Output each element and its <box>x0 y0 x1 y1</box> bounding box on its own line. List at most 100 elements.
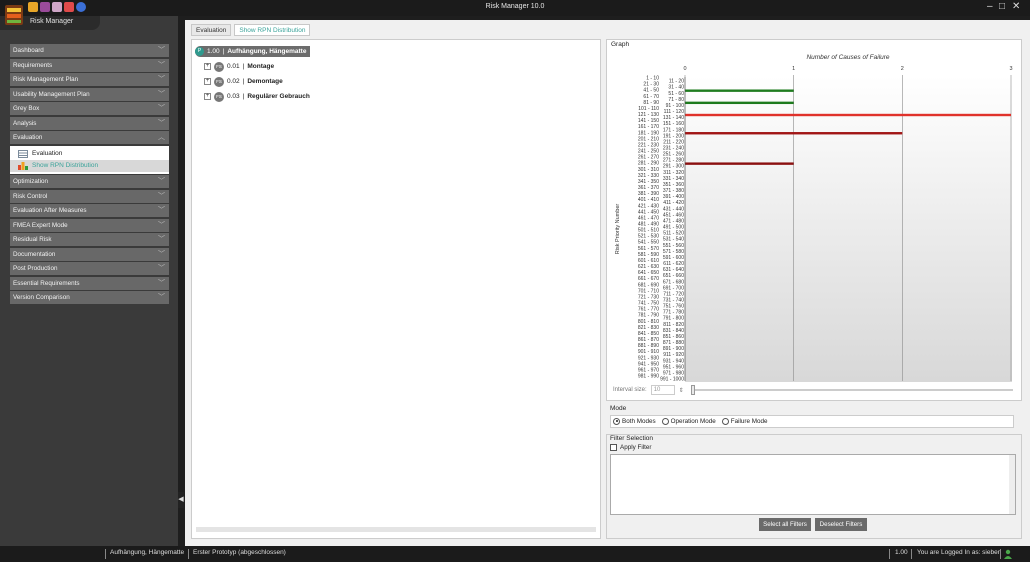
tree-item-name: Montage <box>247 63 275 70</box>
sidebar-nav: Dashboard ﹀ Requirements ﹀ Risk Management… <box>10 44 169 306</box>
bar <box>685 162 794 165</box>
y-tick-label: 991 - 1000 <box>660 377 684 382</box>
separator <box>1000 549 1001 559</box>
breadcrumb: Evaluation Show RPN Distribution <box>191 24 311 36</box>
interval-input[interactable]: 10 <box>650 385 675 395</box>
radio-failure-mode[interactable]: Failure Mode <box>721 417 768 426</box>
sidebar-item-evaluation[interactable]: Evaluation ︿ <box>10 131 169 144</box>
subitem-show-rpn-distribution[interactable]: Show RPN Distribution <box>10 159 169 172</box>
sidebar-item-residual-risk[interactable]: Residual Risk ﹀ <box>10 233 169 246</box>
filter-list[interactable] <box>610 454 1016 515</box>
maximize-icon[interactable]: □ <box>999 1 1005 12</box>
mode-options: Both Modes Operation Mode Failure Mode <box>610 415 1014 428</box>
folder-icon[interactable] <box>28 2 38 12</box>
radio-icon <box>721 417 729 425</box>
tree-root-row[interactable]: P 1.00 | Aufhängung, Hängematte <box>195 46 311 57</box>
sidebar-item-analysis[interactable]: Analysis ﹀ <box>10 116 169 130</box>
radio-selected-icon <box>613 417 620 425</box>
tree-row[interactable]: + FS 0.01 | Montage <box>204 61 274 72</box>
breadcrumb-evaluation[interactable]: Evaluation <box>191 24 232 36</box>
tree-row[interactable]: + FS 0.03 | Regulärer Gebrauch <box>204 91 310 102</box>
sidebar-item-grey-box[interactable]: Grey Box ﹀ <box>10 102 169 115</box>
chevron-down-icon: ﹀ <box>158 47 165 54</box>
sidebar-item-label: Grey Box <box>13 105 40 112</box>
separator <box>889 549 890 559</box>
sidebar-item-essential-requirements[interactable]: Essential Requirements ﹀ <box>10 276 169 290</box>
chevron-down-icon: ﹀ <box>158 250 165 258</box>
tree-item-number: 0.01 <box>227 63 240 70</box>
process-badge: P <box>195 47 204 56</box>
graph-panel: Graph Number of Causes of Failure 0 1 2 3 Ris… <box>606 39 1022 401</box>
select-all-filters-button[interactable]: Select all Filters <box>759 518 811 531</box>
sidebar-item-label: Optimization <box>13 178 48 185</box>
main-content: Evaluation Show RPN Distribution P 1.00 … <box>185 20 1030 546</box>
breadcrumb-show-rpn-distribution[interactable]: Show RPN Distribution <box>234 24 311 36</box>
chevron-down-icon: ﹀ <box>158 294 165 301</box>
separator <box>911 549 912 559</box>
tree-row[interactable]: + FS 0.02 | Demontage <box>204 76 283 87</box>
sidebar-item-label: Risk Management Plan <box>13 76 79 83</box>
sidebar-item-documentation[interactable]: Documentation ﹀ <box>10 247 169 261</box>
sidebar-item-dashboard[interactable]: Dashboard ﹀ <box>10 44 169 57</box>
sidebar-item-label: Usability Management Plan <box>13 90 90 98</box>
deselect-filters-button[interactable]: Deselect Filters <box>815 518 867 531</box>
spinner-icon[interactable]: ⇕ <box>679 387 684 394</box>
radio-icon <box>661 417 669 425</box>
sidebar-item-evaluation-after-measures[interactable]: Evaluation After Measures ﹀ <box>10 204 169 217</box>
sidebar-item-fmea-expert-mode[interactable]: FMEA Expert Mode ﹀ <box>10 218 169 232</box>
quick-toolbar <box>28 2 86 12</box>
rpn-chart: Number of Causes of Failure 0 1 2 3 Risk Prio… <box>615 54 1013 382</box>
status-bar: Aufhängung, Hängematte Erster Prototyp (… <box>0 546 1030 562</box>
close-icon[interactable]: ✕ <box>1012 1 1020 12</box>
tree-item-number: 0.03 <box>227 93 240 100</box>
sidebar-item-requirements[interactable]: Requirements ﹀ <box>10 58 169 72</box>
sidebar-item-label: Residual Risk <box>13 236 52 243</box>
radio-operation-mode[interactable]: Operation Mode <box>661 417 716 425</box>
radio-label: Failure Mode <box>730 418 768 426</box>
filter-selection-group: Filter Selection Apply Filter Select all… <box>606 434 1022 539</box>
minimize-icon[interactable]: ‒ <box>987 1 993 12</box>
app-logo-icon[interactable] <box>4 2 24 26</box>
collapse-panel-button[interactable]: ◀ <box>178 492 184 508</box>
sidebar-item-label: Documentation <box>13 250 56 258</box>
x-tick-label: 0 <box>683 66 686 72</box>
chevron-up-icon: ︿ <box>158 134 165 141</box>
tools-icon[interactable] <box>52 2 62 12</box>
fs-badge: FS <box>214 91 224 102</box>
graph-label: Graph <box>611 41 630 48</box>
sidebar-item-label: Post Production <box>13 265 58 272</box>
sidebar-item-usability-management-plan[interactable]: Usability Management Plan ﹀ <box>10 87 169 101</box>
filter-label: Filter Selection <box>610 435 653 442</box>
sidebar-item-version-comparison[interactable]: Version Comparison ﹀ <box>10 291 169 304</box>
slider-thumb[interactable] <box>691 385 695 395</box>
vertical-scrollbar[interactable] <box>1009 455 1015 514</box>
sidebar-item-optimization[interactable]: Optimization ﹀ <box>10 175 169 188</box>
interval-slider[interactable] <box>691 385 1013 395</box>
help-icon[interactable] <box>76 2 86 12</box>
radio-both-modes[interactable]: Both Modes <box>613 417 656 425</box>
tree-item-name: Regulärer Gebrauch <box>247 93 310 100</box>
checkbox-icon <box>610 444 617 451</box>
x-tick-label: 1 <box>792 66 795 72</box>
sidebar-item-risk-control[interactable]: Risk Control ﹀ <box>10 189 169 203</box>
horizontal-scrollbar[interactable] <box>196 527 596 532</box>
heart-icon[interactable] <box>64 2 74 12</box>
chart-title: Number of Causes of Failure <box>806 54 889 61</box>
expand-icon[interactable]: + <box>204 78 211 85</box>
app-title: Risk Manager <box>30 18 74 25</box>
sidebar-item-label: Analysis <box>13 119 37 127</box>
expand-icon[interactable]: + <box>204 93 211 100</box>
tree-item-number: 1.00 <box>207 48 220 55</box>
chart-icon[interactable] <box>40 2 50 12</box>
bar <box>685 89 794 92</box>
expand-icon[interactable]: + <box>204 63 211 70</box>
status-version: 1.00 <box>895 549 908 556</box>
bar <box>685 113 1011 117</box>
sidebar-item-risk-management-plan[interactable]: Risk Management Plan ﹀ <box>10 73 169 86</box>
tree-separator: | <box>242 78 245 85</box>
sidebar-item-post-production[interactable]: Post Production ﹀ <box>10 262 169 275</box>
apply-filter-checkbox[interactable]: Apply Filter <box>610 444 652 451</box>
subitem-evaluation[interactable]: Evaluation <box>10 148 169 160</box>
tree-item-name: Aufhängung, Hängematte <box>227 48 307 55</box>
user-icon[interactable] <box>1004 549 1012 559</box>
